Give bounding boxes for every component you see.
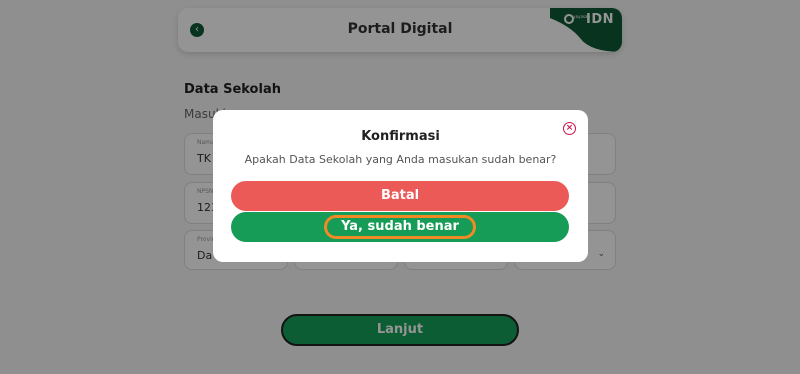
cancel-button[interactable]: Batal [231, 181, 569, 211]
confirm-button[interactable]: Ya, sudah benar [231, 212, 569, 242]
confirm-button-label: Ya, sudah benar [324, 215, 476, 239]
dialog-message: Apakah Data Sekolah yang Anda masukan su… [244, 153, 557, 166]
close-icon[interactable]: × [563, 122, 576, 135]
dialog-title: Konfirmasi [361, 129, 440, 144]
confirmation-dialog: Konfirmasi × Apakah Data Sekolah yang An… [213, 110, 588, 262]
